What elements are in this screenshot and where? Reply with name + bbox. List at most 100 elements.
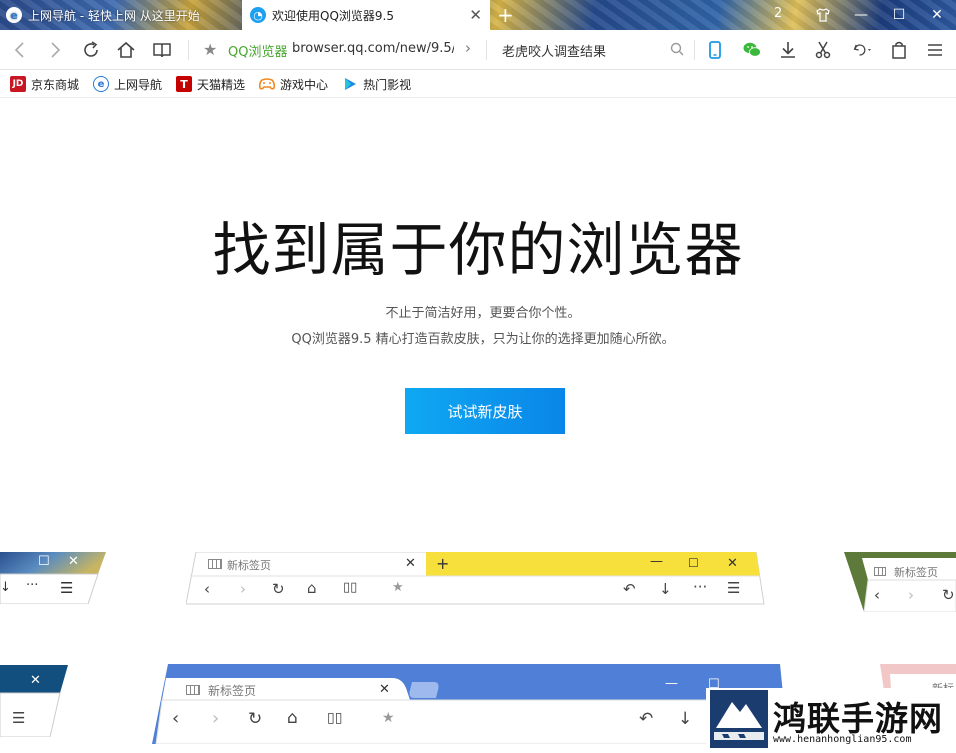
wechat-button[interactable]: [740, 38, 764, 62]
preview-minimize-icon: —: [650, 554, 663, 569]
hamburger-menu-icon: [928, 44, 942, 56]
home-button[interactable]: [114, 38, 138, 62]
undo-icon: [853, 44, 872, 56]
bookmark-star-icon[interactable]: ★: [203, 40, 217, 59]
page-description: QQ浏览器9.5 精心打造百款皮肤，只为让你的选择更加随心所欲。: [291, 332, 675, 347]
qq-browser-logo-icon: ◔: [250, 7, 266, 23]
bookmark-label: 热门影视: [363, 77, 412, 92]
preview-download-icon: ↓: [0, 580, 11, 595]
preview-tab-title: 新标签页: [227, 559, 271, 572]
search-icon[interactable]: [670, 42, 684, 56]
reading-mode-button[interactable]: [150, 38, 174, 62]
preview-home-icon: ⌂: [287, 708, 298, 728]
download-button[interactable]: [776, 38, 800, 62]
back-button[interactable]: [8, 38, 32, 62]
watermark-logo-icon: [710, 690, 768, 748]
preview-tab-close-icon: ✕: [379, 682, 390, 697]
url-go-chevron-icon[interactable]: ›: [465, 39, 471, 57]
preview-refresh-icon: ↻: [248, 709, 263, 729]
ie-e-icon: e: [93, 76, 110, 92]
preview-undo-icon: ↶: [623, 580, 636, 598]
try-new-skin-button[interactable]: 试试新皮肤: [405, 388, 565, 434]
bookmark-jd[interactable]: JD 京东商城: [10, 76, 79, 93]
preview-close-icon: ✕: [30, 673, 41, 688]
preview-back-icon: ‹: [874, 586, 880, 604]
skin-preview-right[interactable]: 新标签页 ‹ › ↻: [844, 552, 956, 612]
mobile-sync-button[interactable]: [703, 38, 727, 62]
minimize-icon[interactable]: —: [842, 0, 880, 30]
forward-button[interactable]: [43, 38, 67, 62]
refresh-button[interactable]: [79, 38, 103, 62]
site-identity-label[interactable]: QQ浏览器: [228, 41, 287, 60]
bookmark-game-center[interactable]: 游戏中心: [259, 76, 328, 93]
skin-preview-blue[interactable]: 新标签页 ✕ — ☐ ‹ › ↻ ⌂ ▯▯ ★ ↶ ↓: [152, 664, 788, 744]
preview-forward-icon: ›: [212, 708, 220, 729]
bag-icon: [892, 41, 906, 59]
refresh-icon: [84, 41, 98, 57]
window-controls: — ☐ ✕: [804, 0, 956, 30]
tab-title: 欢迎使用QQ浏览器9.5: [272, 8, 394, 23]
search-input[interactable]: 老虎咬人调查结果: [502, 41, 606, 60]
tab-welcome[interactable]: ◔ 欢迎使用QQ浏览器9.5 ✕: [242, 0, 490, 30]
skin-shirt-icon[interactable]: [804, 0, 842, 30]
jd-logo-icon: JD: [10, 76, 26, 92]
preview-more-icon: ···: [26, 578, 39, 593]
menu-button[interactable]: [923, 38, 947, 62]
preview-menu-icon: ☰: [12, 709, 26, 727]
skin-preview-bottom-left[interactable]: ✕ ☰: [0, 665, 70, 737]
phone-icon: [709, 41, 721, 59]
bookmark-navigation[interactable]: e 上网导航: [93, 76, 162, 93]
tab-title: 上网导航 - 轻快上网 从这里开始: [28, 8, 200, 23]
preview-tab-close-icon: ✕: [405, 556, 416, 571]
preview-home-icon: ⌂: [307, 579, 317, 597]
app-store-button[interactable]: [887, 38, 911, 62]
preview-grid-icon: [874, 567, 886, 576]
watermark-url: www.henanhonglian95.com: [773, 734, 912, 745]
tab-navigation[interactable]: e 上网导航 - 轻快上网 从这里开始: [0, 0, 242, 30]
watermark-title: 鸿联手游网: [773, 699, 943, 738]
forward-arrow-icon: [51, 42, 61, 58]
preview-close-icon: ✕: [727, 556, 738, 571]
preview-maximize-icon: ☐: [38, 554, 50, 569]
navigation-bar: ★ QQ浏览器 browser.qq.com/new/9.5/ › 老虎咬人调查…: [0, 30, 956, 70]
skin-preview-left[interactable]: ☐ ✕ ↓ ··· ☰: [0, 552, 106, 604]
close-window-icon[interactable]: ✕: [918, 0, 956, 30]
page-title: 找到属于你的浏览器: [212, 216, 744, 284]
preview-refresh-icon: ↻: [942, 586, 955, 604]
download-icon: [781, 42, 795, 58]
preview-back-icon: ‹: [172, 708, 180, 729]
notification-count[interactable]: 2: [774, 6, 782, 21]
preview-undo-icon: ↶: [639, 709, 654, 729]
bookmark-videos[interactable]: 热门影视: [342, 76, 411, 93]
back-arrow-icon: [14, 42, 24, 58]
divider: [694, 40, 695, 60]
preview-minimize-icon: —: [665, 676, 678, 691]
gamepad-icon: [259, 76, 276, 92]
site-watermark: 鸿联手游网 www.henanhonglian95.com: [706, 688, 956, 753]
preview-book-icon: ▯▯: [327, 710, 343, 726]
close-tab-icon[interactable]: ✕: [469, 6, 482, 24]
home-icon: [117, 41, 135, 58]
new-tab-icon[interactable]: +: [497, 3, 514, 27]
maximize-icon[interactable]: ☐: [880, 0, 918, 30]
wechat-icon: [743, 42, 761, 57]
skin-preview-yellow[interactable]: 新标签页 ✕ + — ☐ ✕ ‹ › ↻ ⌂ ▯▯ ★ ↶ ↓ ··· ☰: [186, 552, 766, 606]
preview-menu-icon: ☰: [727, 579, 741, 597]
bookmark-tmall[interactable]: T 天猫精选: [176, 76, 245, 93]
tab-strip: e 上网导航 - 轻快上网 从这里开始 ◔ 欢迎使用QQ浏览器9.5 ✕ + 2…: [0, 0, 956, 30]
screenshot-button[interactable]: [811, 38, 835, 62]
preview-maximize-icon: ☐: [688, 556, 699, 570]
bookmark-label: 天猫精选: [197, 77, 246, 92]
preview-forward-icon: ›: [240, 580, 246, 598]
preview-tab-title: 新标签页: [208, 684, 257, 698]
preview-menu-icon: ☰: [60, 579, 74, 597]
bookmarks-bar: JD 京东商城 e 上网导航 T 天猫精选 游戏中心 热门影视: [0, 71, 956, 98]
preview-close-icon: ✕: [68, 554, 79, 569]
bookmark-label: 上网导航: [114, 77, 163, 92]
qq-browser-e-icon: e: [6, 7, 22, 23]
address-input[interactable]: browser.qq.com/new/9.5/: [292, 41, 454, 56]
preview-star-icon: ★: [382, 710, 395, 726]
preview-forward-icon: ›: [908, 586, 914, 604]
divider: [188, 40, 189, 60]
undo-close-button[interactable]: [847, 38, 877, 62]
